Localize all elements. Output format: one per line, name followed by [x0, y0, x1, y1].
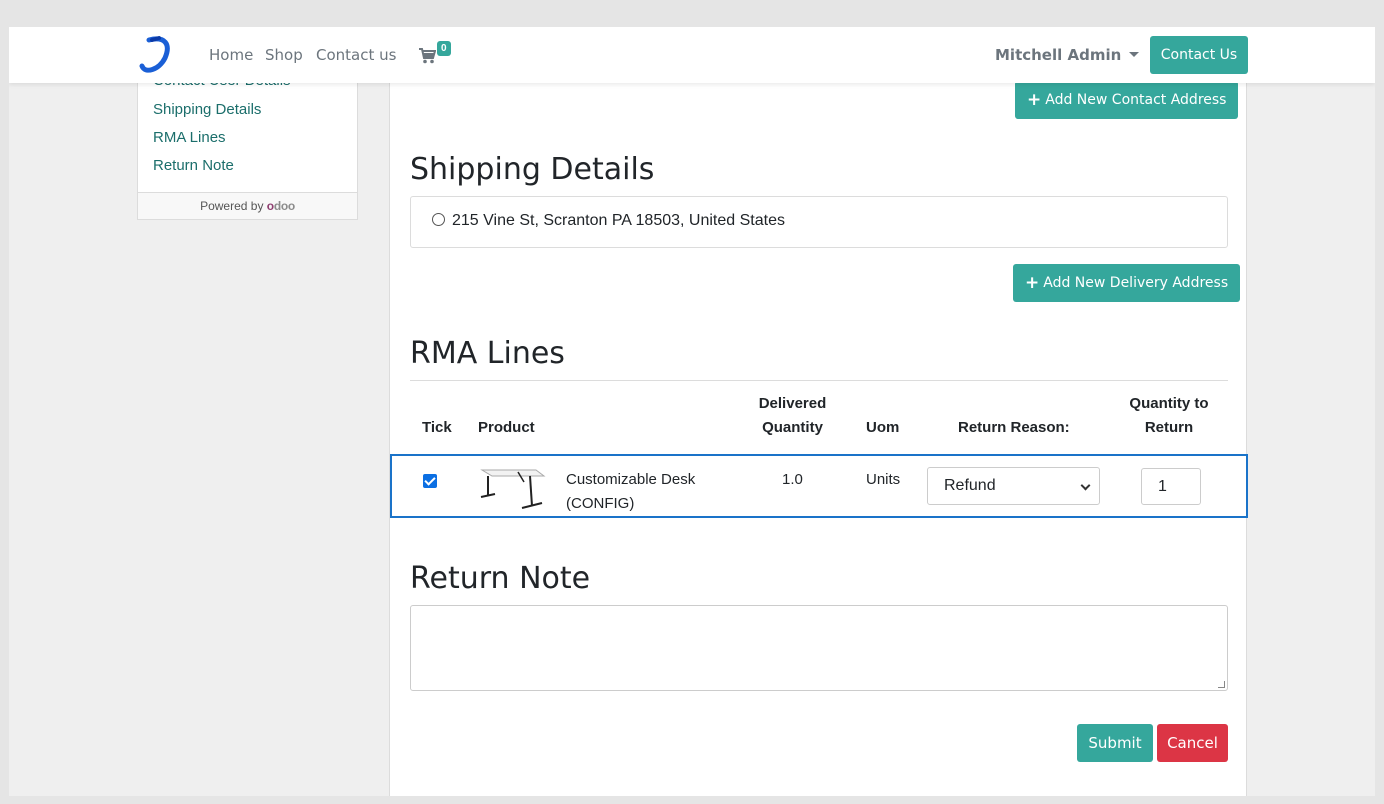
caret-down-icon [1129, 52, 1140, 57]
rma-lines-title: RMA Lines [410, 336, 565, 371]
divider [410, 380, 1228, 381]
address-radio[interactable] [432, 213, 445, 226]
odoo-logo[interactable]: odoo [267, 199, 295, 213]
table-row: Customizable Desk (CONFIG) 1.0 Units Ref… [390, 454, 1248, 518]
cart-icon [419, 48, 436, 64]
add-delivery-address-label: Add New Delivery Address [1043, 275, 1229, 291]
tick-checkbox[interactable] [423, 474, 437, 488]
product-name: Customizable Desk (CONFIG) [566, 468, 695, 516]
plus-icon: + [1025, 273, 1040, 293]
plus-icon: + [1027, 90, 1042, 110]
shipping-details-title: Shipping Details [410, 152, 655, 187]
add-delivery-address-button[interactable]: + Add New Delivery Address [1013, 264, 1241, 302]
cancel-button[interactable]: Cancel [1157, 724, 1228, 762]
company-logo[interactable] [139, 34, 175, 76]
col-header-delivered-quantity: Delivered Quantity [758, 395, 827, 436]
return-note-textarea[interactable] [410, 605, 1228, 691]
col-header-product: Product [478, 419, 535, 436]
col-header-tick: Tick [422, 419, 452, 436]
col-header-uom: Uom [866, 419, 900, 436]
product-name-line2: (CONFIG) [566, 495, 635, 512]
nav-home-link[interactable]: Home [209, 46, 253, 64]
user-menu-dropdown[interactable]: Mitchell Admin [995, 46, 1140, 64]
uom-value: Units [866, 471, 901, 488]
chevron-down-icon [1080, 480, 1091, 491]
address-text: 215 Vine St, Scranton PA 18503, United S… [452, 212, 785, 229]
nav-shop-link[interactable]: Shop [265, 46, 303, 64]
return-reason-select[interactable]: Refund [927, 467, 1100, 505]
col-header-return-reason: Return Reason: [958, 419, 1070, 436]
sidebar-nav: Contact User Details Shipping Details RM… [137, 67, 358, 220]
user-name: Mitchell Admin [995, 46, 1122, 64]
address-option[interactable]: 215 Vine St, Scranton PA 18503, United S… [410, 196, 1228, 248]
return-note-title: Return Note [410, 561, 591, 596]
top-navbar: Home Shop Contact us 0 Mitchell Admin Co… [9, 27, 1375, 83]
rma-form-panel: + Add New Contact Address Shipping Detai… [389, 67, 1248, 796]
cart-count-badge: 0 [437, 41, 451, 56]
col-header-quantity-to-return: Quantity to Return [1129, 395, 1209, 436]
resize-handle-icon[interactable] [1218, 681, 1225, 688]
sidebar-item-return-note[interactable]: Return Note [153, 157, 234, 174]
powered-by-footer: Powered by odoo [138, 192, 357, 219]
add-contact-address-label: Add New Contact Address [1045, 92, 1227, 108]
sidebar-item-rma-lines[interactable]: RMA Lines [153, 129, 226, 146]
delivered-quantity: 1.0 [782, 471, 803, 488]
cart-button[interactable]: 0 [419, 41, 459, 67]
submit-button[interactable]: Submit [1077, 724, 1153, 762]
return-reason-value: Refund [944, 477, 996, 494]
browser-viewport: Home Shop Contact us 0 Mitchell Admin Co… [9, 27, 1375, 796]
product-name-line1: Customizable Desk [566, 471, 696, 488]
add-contact-address-button[interactable]: + Add New Contact Address [1015, 81, 1239, 119]
powered-by-text: Powered by [200, 199, 264, 213]
quantity-to-return-input[interactable]: 1 [1141, 468, 1201, 505]
product-image [480, 469, 546, 509]
contact-us-button[interactable]: Contact Us [1150, 36, 1248, 74]
nav-contact-link[interactable]: Contact us [316, 46, 396, 64]
sidebar-item-shipping-details[interactable]: Shipping Details [153, 101, 261, 118]
